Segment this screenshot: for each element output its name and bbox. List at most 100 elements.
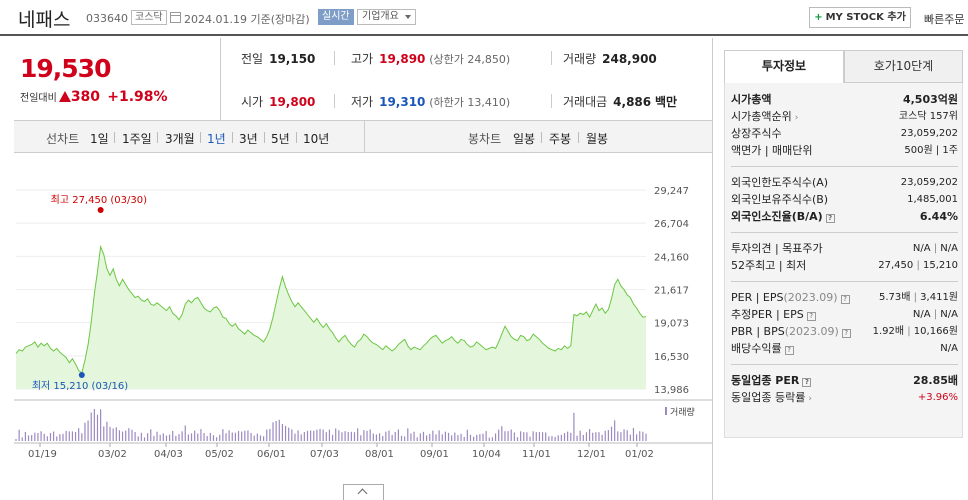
- volume-bar: [100, 409, 102, 441]
- volume-bar: [49, 432, 52, 441]
- volume-bar: [40, 431, 42, 441]
- volume-bar: [645, 433, 647, 441]
- plus-icon: +: [814, 12, 823, 23]
- volume-bar: [65, 430, 67, 441]
- quick-order-link[interactable]: 빠른주문: [924, 11, 964, 27]
- tab-monthly[interactable]: 월봉: [586, 130, 608, 147]
- industry-rate-row[interactable]: 동일업종 등락률 › +3.96%: [731, 389, 958, 406]
- volume-bar: [316, 429, 318, 441]
- invest-info-panel: 투자정보 호가10단계 시가총액 4,503억원 시가총액순위 › 코스닥 157위 …: [712, 38, 968, 500]
- volume-bar: [360, 435, 362, 441]
- tab-invest-info[interactable]: 투자정보: [724, 50, 844, 83]
- volume-bar: [419, 433, 421, 441]
- volume-bar: [150, 429, 152, 441]
- volume-bar: [43, 433, 45, 441]
- price-change: 전일대비 380 +1.98%: [20, 89, 168, 105]
- volume-bar: [96, 414, 99, 441]
- company-info-dropdown[interactable]: 기업개요: [357, 9, 416, 25]
- volume-bar: [59, 434, 61, 441]
- realtime-button[interactable]: 실시간: [318, 9, 354, 25]
- volume-bar: [357, 428, 359, 441]
- help-icon: ?: [784, 346, 794, 355]
- volume-bar: [237, 431, 240, 441]
- volume-bar: [545, 432, 547, 441]
- volume-bar: [247, 430, 249, 441]
- volume-bar: [447, 432, 450, 441]
- tab-3m[interactable]: 3개월: [165, 130, 195, 147]
- cap-rank-row[interactable]: 시가총액순위 › 코스닥 157위: [731, 108, 958, 125]
- volume-bar: [281, 424, 284, 441]
- volume-bar: [15, 439, 17, 441]
- volume-bar: [626, 430, 628, 441]
- volume-bar: [184, 425, 186, 441]
- volume-bar: [444, 431, 447, 441]
- tab-daily[interactable]: 일봉: [513, 130, 535, 147]
- volume-bar: [372, 433, 374, 441]
- volume-bar: [27, 435, 30, 441]
- volume-bar: [294, 433, 296, 441]
- volume-bar: [548, 436, 550, 441]
- volume-bar: [328, 429, 331, 441]
- x-tick-label: 04/03: [154, 449, 183, 460]
- volume-bar: [520, 431, 522, 441]
- y-tick-label: 26,704: [654, 219, 689, 230]
- volume-bar: [147, 433, 149, 441]
- prev-close: 전일 19,150: [241, 52, 316, 66]
- collapse-toggle[interactable]: [343, 484, 384, 500]
- industry-per-row: 동일업종 PER? 28.85배: [731, 374, 958, 387]
- volume-bar: [331, 434, 334, 441]
- tab-weekly[interactable]: 주봉: [549, 130, 571, 147]
- volume-bar: [172, 430, 174, 441]
- price-chart[interactable]: 29,247 26,704 24,160 21,617 19,073 16,530 13,9…: [14, 153, 712, 500]
- volume-bar: [466, 429, 468, 441]
- chevron-right-icon: ›: [808, 394, 812, 404]
- volume-bar: [488, 437, 490, 441]
- tab-10y[interactable]: 10년: [303, 130, 329, 147]
- stock-name: 네패스: [18, 9, 71, 31]
- volume-bar: [438, 430, 440, 441]
- tab-1d[interactable]: 1일: [90, 130, 109, 147]
- volume-bar: [579, 430, 581, 441]
- volume-bar: [410, 433, 412, 441]
- market-badge: 코스닥: [131, 10, 167, 25]
- volume-bar: [241, 431, 243, 441]
- volume-bar: [425, 435, 428, 441]
- quote-date: 2024.01.19 기준(장마감): [184, 13, 310, 26]
- low-marker: [78, 372, 85, 379]
- y-tick-label: 16,530: [654, 352, 689, 363]
- volume-bar: [341, 432, 343, 441]
- volume-bar: [175, 435, 177, 441]
- volume-bar: [181, 431, 183, 441]
- volume-bar: [275, 420, 277, 441]
- tab-5y[interactable]: 5년: [271, 130, 290, 147]
- change-label: 전일대비: [20, 93, 57, 104]
- x-tick-label: 09/01: [420, 449, 449, 460]
- tab-3y[interactable]: 3년: [239, 130, 258, 147]
- foreign-hold-row: 외국인보유주식수(B) 1,485,001: [731, 193, 958, 206]
- tab-orderbook[interactable]: 호가10단계: [844, 50, 963, 83]
- high-annotation: 최고 27,450 (03/30): [51, 194, 147, 206]
- volume-bar: [206, 436, 208, 441]
- volume-bar: [203, 432, 205, 441]
- y-tick-label: 19,073: [654, 319, 689, 330]
- volume-bar: [617, 431, 619, 441]
- volume-bar: [526, 432, 528, 441]
- help-icon: ?: [841, 329, 851, 338]
- volume-bar: [153, 435, 155, 441]
- volume-legend: 거래량: [670, 406, 695, 418]
- volume-bar: [432, 430, 434, 441]
- tab-1w[interactable]: 1주일: [122, 130, 152, 147]
- price-chart-svg[interactable]: 29,247 26,704 24,160 21,617 19,073 16,530 13,9…: [14, 153, 712, 500]
- my-stock-add-button[interactable]: + MY STOCK 추가: [809, 7, 911, 28]
- volume-bar: [416, 437, 418, 441]
- pbr-row: PBR | BPS(2023.09)? 1.92배 | 10,166원: [731, 325, 958, 338]
- volume-bar: [635, 434, 638, 441]
- volume-bar: [344, 431, 346, 441]
- tab-1y[interactable]: 1년: [207, 130, 226, 147]
- volume-bar: [541, 432, 544, 441]
- volume-bar: [87, 420, 89, 441]
- x-tick-label: 01/02: [625, 449, 654, 460]
- volume-bar: [24, 431, 27, 441]
- volume-bar: [598, 432, 600, 441]
- calendar-icon: [170, 12, 181, 23]
